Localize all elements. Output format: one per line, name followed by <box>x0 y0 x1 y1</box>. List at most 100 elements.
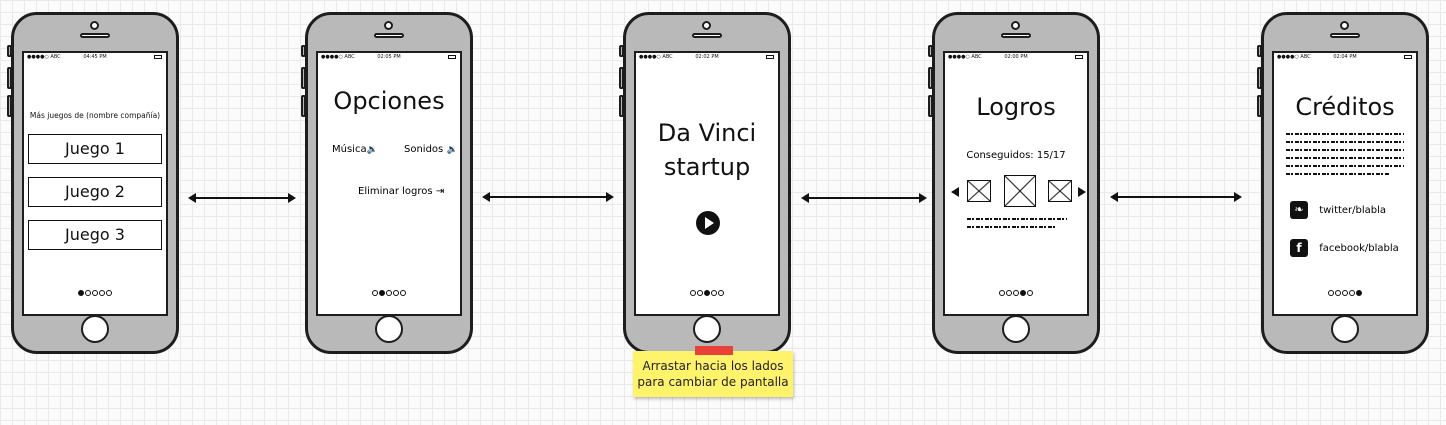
placeholder-text-line <box>1286 157 1404 159</box>
clock: 02:02 PM <box>695 54 719 60</box>
home-button[interactable] <box>693 315 721 343</box>
camera <box>1011 21 1020 30</box>
home-button[interactable] <box>81 315 109 343</box>
screen-start: ●●●●○ ABC 02:02 PM Da Vinci startup <box>634 51 780 316</box>
status-bar: ●●●●○ ABC 02:04 PM <box>1274 53 1416 63</box>
earpiece <box>1001 33 1031 38</box>
sticky-tape <box>695 346 733 355</box>
home-button[interactable] <box>1002 315 1030 343</box>
placeholder-text-line <box>1286 141 1404 143</box>
achievement-image <box>1048 180 1072 202</box>
game-title-line-1: Da Vinci <box>657 119 757 147</box>
page-dot <box>1027 290 1033 296</box>
sticky-note-line-2: para cambiar de pantalla <box>637 375 789 389</box>
status-bar: ●●●●○ ABC 04:45 PM <box>24 53 166 63</box>
side-button <box>1257 67 1262 89</box>
achievement-image-selected <box>1004 175 1036 207</box>
page-dot <box>85 290 91 296</box>
play-icon <box>705 217 714 229</box>
more-games-header: Más juegos de (nombre compañía) <box>29 111 161 120</box>
side-button <box>7 45 12 57</box>
side-button <box>928 45 933 57</box>
side-button <box>1257 95 1262 117</box>
page-dot <box>1006 290 1012 296</box>
page-dot <box>379 290 385 296</box>
page-dot <box>1020 290 1026 296</box>
game-3-button[interactable]: Juego 3 <box>28 220 162 250</box>
clock: 04:45 PM <box>83 54 107 60</box>
page-title: Créditos <box>1295 93 1395 121</box>
delete-achievements-label: Eliminar logros <box>358 186 433 197</box>
clock: 02:00 PM <box>1004 54 1028 60</box>
page-indicator <box>1274 281 1416 300</box>
earpiece <box>80 33 110 38</box>
sounds-toggle[interactable]: Sonidos 🔉 <box>404 144 458 155</box>
phone-frame-credits: ●●●●○ ABC 02:04 PM Créditos ❧ twitter/bl… <box>1257 12 1429 354</box>
arrow-left-icon[interactable] <box>951 187 959 197</box>
side-button <box>301 45 306 57</box>
page-dot <box>690 290 696 296</box>
page-dot <box>1328 290 1334 296</box>
page-dot <box>1356 290 1362 296</box>
placeholder-text-line <box>1286 133 1404 135</box>
twitter-icon: ❧ <box>1290 201 1308 219</box>
music-toggle[interactable]: Música🔉 <box>332 144 378 155</box>
screen-credits: ●●●●○ ABC 02:04 PM Créditos ❧ twitter/bl… <box>1272 51 1418 316</box>
facebook-label: facebook/blabla <box>1319 242 1399 254</box>
arrow-right-icon[interactable] <box>1078 187 1086 197</box>
page-indicator <box>945 281 1087 300</box>
play-button[interactable] <box>696 211 720 235</box>
clock: 02:04 PM <box>1333 54 1357 60</box>
camera <box>384 21 393 30</box>
logout-icon: ⇥ <box>435 186 445 197</box>
phone-frame-achievements: ●●●●○ ABC 02:00 PM Logros Conseguidos: 1… <box>928 12 1100 354</box>
status-bar: ●●●●○ ABC 02:05 PM <box>318 53 460 63</box>
page-indicator <box>318 281 460 300</box>
page-dot <box>999 290 1005 296</box>
placeholder-text-line <box>967 218 1067 220</box>
clock: 02:05 PM <box>377 54 401 60</box>
game-2-button[interactable]: Juego 2 <box>28 177 162 207</box>
achieved-count: Conseguidos: 15/17 <box>966 150 1066 161</box>
phone-frame-games: ●●●●○ ABC 04:45 PM Más juegos de (nombre… <box>7 12 179 354</box>
page-dot <box>1335 290 1341 296</box>
camera <box>702 21 711 30</box>
placeholder-text-line <box>967 226 1057 228</box>
page-dot <box>99 290 105 296</box>
phone-frame-start: ●●●●○ ABC 02:02 PM Da Vinci startup <box>619 12 791 354</box>
delete-achievements-button[interactable]: Eliminar logros ⇥ <box>358 186 444 197</box>
home-button[interactable] <box>375 315 403 343</box>
phone-frame-options: ●●●●○ ABC 02:05 PM Opciones Música🔉 Soni… <box>301 12 473 354</box>
page-title: Logros <box>976 93 1056 121</box>
page-dot <box>1349 290 1355 296</box>
side-button <box>619 45 624 57</box>
page-dot <box>372 290 378 296</box>
speaker-icon: 🔉 <box>446 145 458 155</box>
battery-icon <box>1404 55 1412 59</box>
page-dot <box>106 290 112 296</box>
status-bar: ●●●●○ ABC 02:02 PM <box>636 53 778 63</box>
side-button <box>928 95 933 117</box>
facebook-link[interactable]: f facebook/blabla <box>1290 239 1399 257</box>
page-dot <box>711 290 717 296</box>
side-button <box>619 95 624 117</box>
page-dot <box>92 290 98 296</box>
speaker-icon: 🔉 <box>366 145 378 155</box>
battery-icon <box>766 55 774 59</box>
sticky-note: Arrastar hacia los lados para cambiar de… <box>633 351 793 397</box>
side-button <box>301 95 306 117</box>
battery-icon <box>1075 55 1083 59</box>
home-button[interactable] <box>1331 315 1359 343</box>
screen-options: ●●●●○ ABC 02:05 PM Opciones Música🔉 Soni… <box>316 51 462 316</box>
side-button <box>1257 45 1262 57</box>
page-dot <box>1342 290 1348 296</box>
battery-icon <box>448 55 456 59</box>
side-button <box>7 67 12 89</box>
camera <box>1340 21 1349 30</box>
twitter-link[interactable]: ❧ twitter/blabla <box>1290 201 1386 219</box>
page-indicator <box>24 281 166 300</box>
screen-achievements: ●●●●○ ABC 02:00 PM Logros Conseguidos: 1… <box>943 51 1089 316</box>
page-indicator <box>636 281 778 300</box>
game-1-button[interactable]: Juego 1 <box>28 134 162 164</box>
sticky-note-line-1: Arrastar hacia los lados <box>642 359 784 373</box>
